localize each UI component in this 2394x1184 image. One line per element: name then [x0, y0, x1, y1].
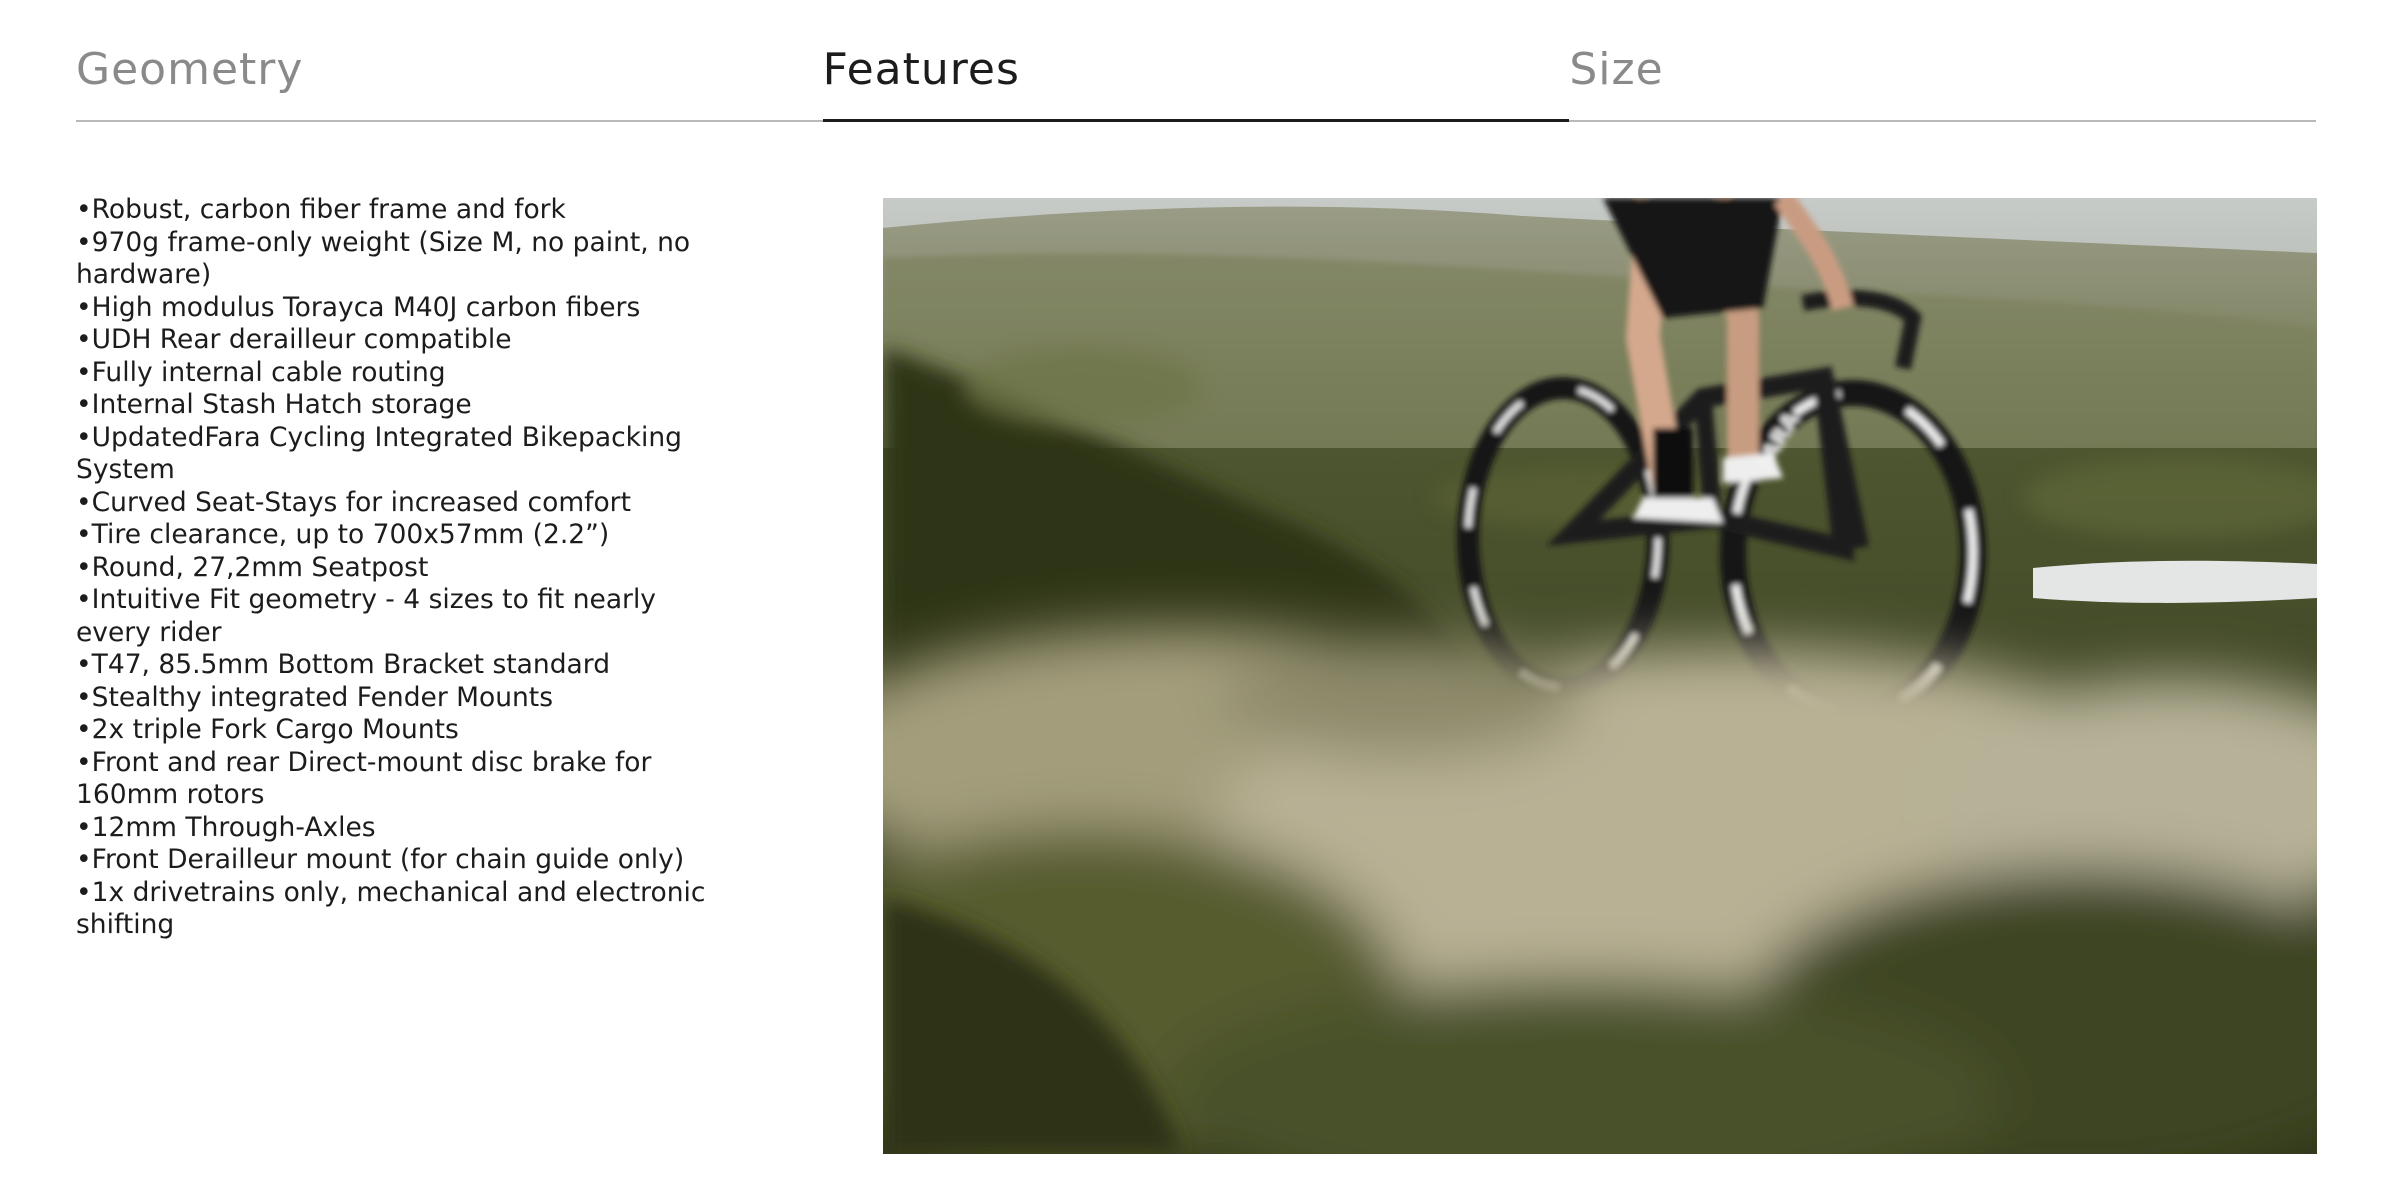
- feature-item: T47, 85.5mm Bottom Bracket standard: [76, 649, 716, 682]
- feature-item: Stealthy integrated Fender Mounts: [76, 682, 716, 715]
- feature-item: Front Derailleur mount (for chain guide …: [76, 844, 716, 877]
- feature-item: Round, 27,2mm Seatpost: [76, 552, 716, 585]
- tab-size[interactable]: Size: [1569, 0, 2316, 120]
- tab-features[interactable]: Features: [822, 0, 1570, 122]
- feature-item: Robust, carbon fiber frame and fork: [76, 194, 716, 227]
- feature-item: High modulus Torayca M40J carbon fibers: [76, 292, 716, 325]
- feature-item: Tire clearance, up to 700x57mm (2.2”): [76, 519, 716, 552]
- product-photo: FARA: [883, 198, 2317, 1154]
- feature-item: 12mm Through-Axles: [76, 812, 716, 845]
- feature-item: UDH Rear derailleur compatible: [76, 324, 716, 357]
- feature-item: Internal Stash Hatch storage: [76, 389, 716, 422]
- features-list: Robust, carbon fiber frame and fork 970g…: [76, 194, 716, 942]
- feature-item: 1x drivetrains only, mechanical and elec…: [76, 877, 716, 942]
- feature-item: Front and rear Direct-mount disc brake f…: [76, 747, 716, 812]
- feature-item: Fully internal cable routing: [76, 357, 716, 390]
- feature-item: Intuitive Fit geometry - 4 sizes to fit …: [76, 584, 716, 649]
- feature-item: 2x triple Fork Cargo Mounts: [76, 714, 716, 747]
- feature-item: 970g frame-only weight (Size M, no paint…: [76, 227, 716, 292]
- page: Geometry Features Size Robust, carbon fi…: [0, 0, 2394, 1184]
- tab-geometry[interactable]: Geometry: [76, 0, 823, 120]
- gravel-bike-photo: FARA: [883, 198, 2317, 1154]
- tab-bar: Geometry Features Size: [76, 0, 2316, 122]
- feature-item: Curved Seat-Stays for increased comfort: [76, 487, 716, 520]
- feature-item: UpdatedFara Cycling Integrated Bikepacki…: [76, 422, 716, 487]
